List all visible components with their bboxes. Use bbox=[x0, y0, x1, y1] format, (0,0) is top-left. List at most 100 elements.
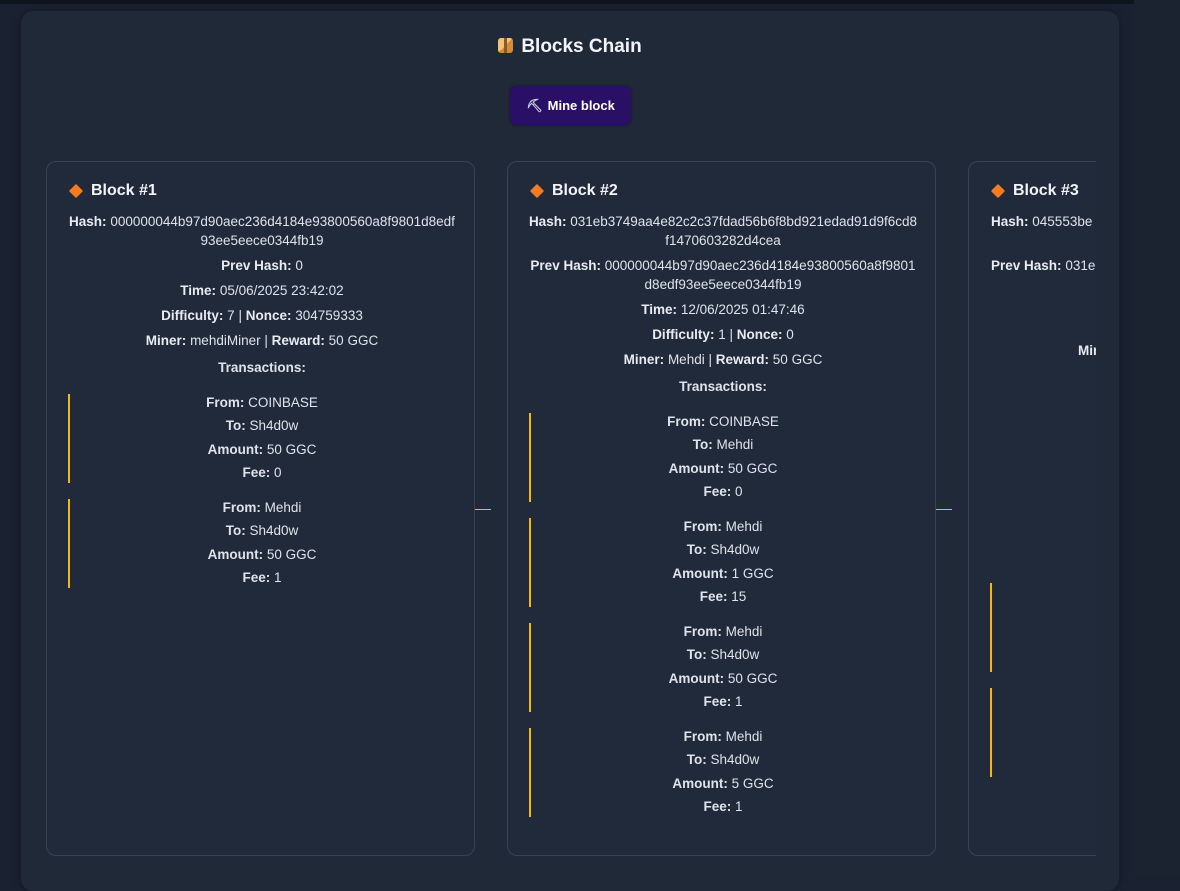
nonce-value: 0 bbox=[786, 327, 794, 342]
tx-fee-value: 1 bbox=[735, 693, 743, 709]
time-field: Time: 05/06/2025 23:42:02 bbox=[67, 281, 457, 300]
tx-to-value: Mehdi bbox=[716, 437, 754, 453]
separator: | bbox=[264, 333, 268, 348]
page-title: Blocks Chain bbox=[21, 36, 1119, 58]
time-label: Time: bbox=[180, 283, 217, 298]
tx-from-label: From: bbox=[683, 624, 722, 639]
reward-label: Reward: bbox=[715, 352, 770, 367]
tx-fee-value: 15 bbox=[731, 588, 747, 604]
tx-from: From: Mehdi bbox=[528, 622, 918, 641]
block-card-1: Block #1 Hash: 000000044b97d90aec236d418… bbox=[46, 161, 475, 856]
nonce-label: Nonce: bbox=[736, 327, 783, 342]
hash-field: Hash: 000000044b97d90aec236d4184e9380056… bbox=[67, 212, 457, 250]
miner-label: Miner: bbox=[623, 352, 665, 367]
tx-from-label: From: bbox=[683, 519, 722, 534]
tx-from-label: From: bbox=[667, 414, 706, 429]
block-title-text: Block #1 bbox=[91, 182, 157, 199]
transaction-item: From: Mehdi To: Sh4d0w Amount: 1 GGC Fee… bbox=[528, 518, 918, 607]
tx-fee-value: 1 bbox=[735, 798, 743, 814]
prev-hash-label: Prev Hash: bbox=[530, 258, 601, 273]
prev-hash-label: Prev Hash: bbox=[221, 258, 292, 273]
tx-fee: Fee: 0 bbox=[67, 463, 457, 482]
tx-to-label: To: bbox=[692, 437, 713, 453]
tx-amount: Amount: 50 GGC bbox=[528, 669, 918, 688]
reward-value: 50 GGC bbox=[328, 333, 379, 348]
tx-from-value: Mehdi bbox=[725, 519, 763, 534]
prev-hash-value: 031eb bbox=[1065, 258, 1096, 273]
tx-from-value: COINBASE bbox=[709, 414, 779, 429]
tx-fee-label: Fee: bbox=[703, 483, 732, 499]
chain-scroll-area[interactable]: Block #1 Hash: 000000044b97d90aec236d418… bbox=[46, 161, 1096, 891]
tx-amount-value: 1 GGC bbox=[731, 565, 774, 581]
tx-to: To: Sh4d0w bbox=[528, 540, 918, 559]
block-title-text: Block #3 bbox=[1013, 182, 1079, 199]
tx-amount-value: 50 GGC bbox=[266, 546, 317, 562]
miner-field: Min bbox=[991, 341, 1096, 360]
tx-fee-value: 0 bbox=[274, 464, 282, 480]
transaction-item: From: Mehdi To: Sh4d0w Amount: 5 GGC Fee… bbox=[528, 728, 918, 817]
transaction-item: From: Mehdi To: Sh4d0w Amount: 50 GGC Fe… bbox=[528, 623, 918, 712]
tx-from-label: From: bbox=[206, 395, 245, 410]
block-fields: Hash: 031eb3749aa4e82c2c37fdad56b6f8bd92… bbox=[528, 212, 918, 833]
miner-value: mehdiMiner bbox=[190, 333, 261, 348]
tx-to-label: To: bbox=[686, 752, 707, 768]
block-card-3: Block #3 Hash: 045553be Prev Hash: 031eb… bbox=[968, 161, 1096, 856]
tx-fee: Fee: 1 bbox=[528, 692, 918, 711]
separator: | bbox=[729, 327, 733, 342]
block-fields: Hash: 000000044b97d90aec236d4184e9380056… bbox=[67, 212, 457, 604]
transaction-item: From: Mehdi To: Sh4d0w Amount: 50 GGC Fe… bbox=[67, 499, 457, 588]
tx-fee: Fee: 15 bbox=[528, 587, 918, 606]
nonce-label: Nonce: bbox=[245, 308, 292, 323]
difficulty-label: Difficulty: bbox=[161, 308, 224, 323]
miner-label: Miner: bbox=[145, 333, 187, 348]
package-icon bbox=[498, 38, 514, 53]
prev-hash-field: Prev Hash: 000000044b97d90aec236d4184e93… bbox=[528, 256, 918, 294]
tx-to-value: Sh4d0w bbox=[710, 542, 760, 558]
time-value: 12/06/2025 01:47:46 bbox=[680, 302, 805, 317]
hash-field: Hash: 045553be bbox=[991, 212, 1096, 231]
tx-amount-value: 50 GGC bbox=[727, 460, 778, 476]
time-value: 05/06/2025 23:42:02 bbox=[219, 283, 344, 298]
tx-amount: Amount: 50 GGC bbox=[67, 440, 457, 459]
tx-amount: Amount: 1 GGC bbox=[528, 564, 918, 583]
tx-fee-value: 1 bbox=[274, 569, 282, 585]
transaction-item: From: COINBASE To: Mehdi Amount: 50 GGC … bbox=[528, 413, 918, 502]
tx-fee: Fee: 1 bbox=[528, 797, 918, 816]
transactions-heading: Transactions: bbox=[218, 360, 306, 375]
prev-hash-label: Prev Hash: bbox=[991, 258, 1062, 273]
tx-to: To: Sh4d0w bbox=[528, 750, 918, 769]
tx-fee-label: Fee: bbox=[242, 569, 271, 585]
window-top-strip bbox=[0, 0, 1180, 4]
tx-to-value: Sh4d0w bbox=[710, 752, 760, 768]
prev-hash-value: 000000044b97d90aec236d4184e93800560a8f98… bbox=[604, 258, 916, 292]
miner-reward-field: Miner: Mehdi | Reward: 50 GGC bbox=[528, 350, 918, 369]
orange-diamond-icon bbox=[990, 183, 1006, 199]
transactions-heading: Transactions: bbox=[679, 379, 767, 394]
tx-amount-label: Amount: bbox=[668, 460, 725, 476]
page-title-text: Blocks Chain bbox=[521, 36, 642, 57]
tx-fee-label: Fee: bbox=[242, 464, 271, 480]
tx-from-value: Mehdi bbox=[725, 729, 763, 744]
chain-connector bbox=[475, 509, 491, 510]
transaction-accent-bar bbox=[990, 583, 992, 672]
tx-amount-label: Amount: bbox=[672, 565, 728, 581]
tx-from-label: From: bbox=[222, 500, 261, 515]
pickaxe-icon: ⛏ bbox=[526, 97, 543, 113]
page-right-gutter bbox=[1134, 0, 1180, 878]
prev-hash-field: Prev Hash: 0 bbox=[67, 256, 457, 275]
tx-to-label: To: bbox=[686, 542, 707, 558]
separator: | bbox=[238, 308, 242, 323]
difficulty-value: 7 bbox=[227, 308, 235, 323]
tx-amount-value: 50 GGC bbox=[266, 441, 317, 457]
tx-amount-label: Amount: bbox=[207, 546, 264, 562]
tx-amount-label: Amount: bbox=[672, 775, 728, 791]
tx-fee-label: Fee: bbox=[703, 693, 732, 709]
transaction-accent-bar bbox=[990, 688, 992, 777]
tx-from-value: Mehdi bbox=[725, 624, 763, 639]
tx-to: To: Sh4d0w bbox=[67, 416, 457, 435]
miner-label: Min bbox=[1078, 343, 1096, 358]
tx-fee: Fee: 0 bbox=[528, 482, 918, 501]
hash-value: 045553be bbox=[1032, 214, 1093, 229]
mine-block-button[interactable]: ⛏ Mine block bbox=[510, 86, 631, 125]
tx-amount: Amount: 50 GGC bbox=[67, 545, 457, 564]
